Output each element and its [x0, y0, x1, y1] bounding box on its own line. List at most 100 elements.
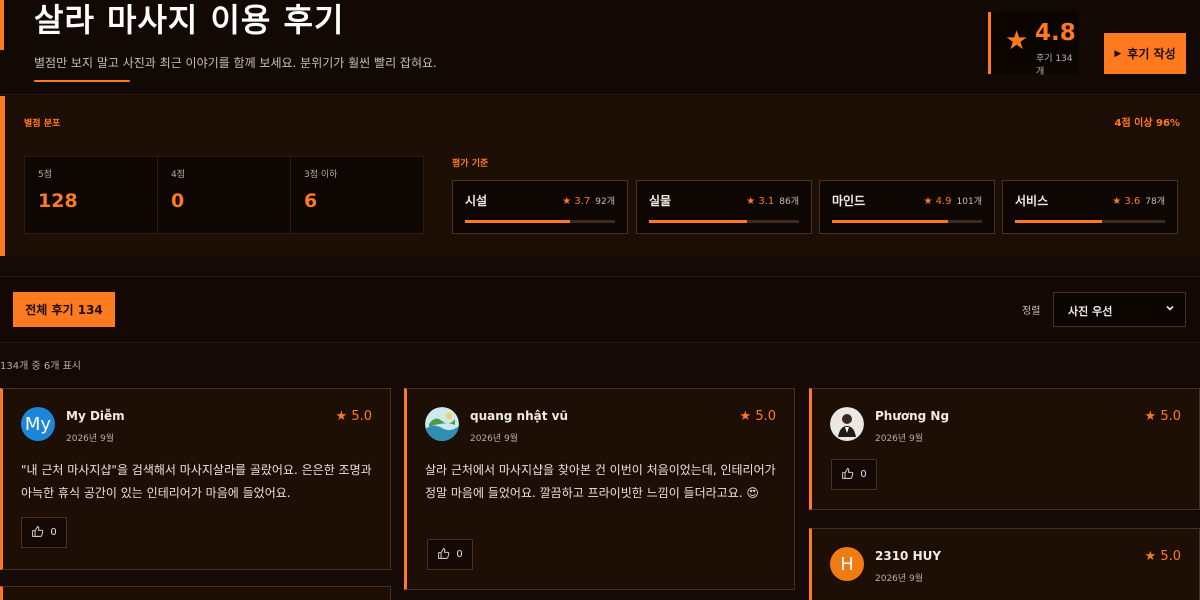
sort-select[interactable]: 사진 우선 — [1053, 292, 1186, 327]
review-card: H 2310 HUY 2026년 9월 ★ 5.0 — [809, 528, 1200, 600]
criteria-count: 101개 — [956, 197, 982, 207]
criteria-name: 시설 — [465, 194, 488, 208]
criteria-card-facility: 시설 ★ 3.7 92개 — [452, 180, 628, 234]
review-date: 2026년 9월 — [875, 574, 924, 584]
like-count: 0 — [50, 527, 57, 538]
criteria-score-value: 4.9 — [935, 196, 952, 207]
criteria-score: ★ 3.1 86개 — [746, 194, 799, 207]
score-cell-count: 128 — [38, 190, 78, 212]
criteria-score-value: 3.6 — [1124, 196, 1141, 207]
reviewer-name: quang nhật vũ — [470, 409, 569, 423]
review-score-value: 5.0 — [755, 409, 776, 424]
criteria-name: 실물 — [649, 194, 672, 208]
like-count: 0 — [860, 469, 867, 480]
criteria-name: 마인드 — [832, 194, 866, 208]
thumbs-up-icon — [31, 525, 44, 541]
thumbs-up-icon — [841, 467, 854, 483]
criteria-bar-fill — [1015, 220, 1102, 223]
star-icon: ★ — [1005, 26, 1029, 56]
tab-all-reviews[interactable]: 전체 후기 134 — [13, 292, 115, 327]
score-breakdown: 5점 128 4점 0 3점 이하 6 — [24, 156, 424, 234]
criteria-name: 서비스 — [1015, 194, 1049, 208]
criteria-score: ★ 4.9 101개 — [923, 194, 982, 207]
avatar-initials: H — [840, 553, 854, 575]
like-count: 0 — [456, 549, 463, 560]
high-score-share: 4점 이상 96% — [1114, 118, 1180, 129]
thumbs-up-icon — [437, 547, 450, 563]
filter-bar: 전체 후기 134 정렬 사진 우선 — [0, 276, 1200, 343]
criteria-count: 78개 — [1145, 197, 1165, 207]
criteria-bar-fill — [832, 220, 948, 223]
write-review-button[interactable]: ▶ 후기 작성 — [1104, 33, 1186, 74]
overall-rating-value: 4.8 — [1035, 20, 1076, 46]
distribution-label: 별점 분포 — [24, 119, 61, 129]
play-icon: ▶ — [1114, 48, 1122, 59]
criteria-bar-fill — [649, 220, 747, 223]
review-text: 살라 근처에서 마사지샵을 찾아본 건 이번이 처음이었는데, 인테리어가 정말… — [425, 463, 776, 500]
avatar: My — [21, 407, 55, 441]
criteria-score-value: 3.1 — [758, 196, 775, 207]
sort-label: 정렬 — [1022, 306, 1041, 317]
criteria-score: ★ 3.6 78개 — [1112, 194, 1165, 207]
star-icon: ★ — [335, 409, 352, 424]
star-icon: ★ — [562, 196, 575, 207]
review-score: ★ 5.0 — [1145, 409, 1181, 424]
criteria-bar — [465, 220, 615, 223]
avatar: H — [830, 547, 864, 581]
star-icon: ★ — [923, 196, 936, 207]
review-card: My My Diễm 2026년 9월 ★ 5.0 "내 근처 마사지샵"을 검… — [0, 388, 391, 570]
rating-distribution-panel: 별점 분포 4점 이상 96% 5점 128 4점 0 3점 이하 6 평가 기… — [0, 96, 1200, 256]
star-icon: ★ — [739, 409, 756, 424]
write-review-label: 후기 작성 — [1127, 47, 1176, 61]
sort-selected-value: 사진 우선 — [1068, 305, 1113, 318]
score-cell-4: 4점 0 — [158, 157, 291, 233]
criteria-score: ★ 3.7 92개 — [562, 194, 615, 207]
overall-review-count: 후기 134개 — [1036, 54, 1073, 77]
criteria-bar — [649, 220, 799, 223]
review-score-value: 5.0 — [1160, 409, 1181, 424]
page-subtitle: 별점만 보지 말고 사진과 최근 이야기를 함께 보세요. 분위기가 훨씬 빨리… — [34, 56, 437, 70]
criteria-card-service: 서비스 ★ 3.6 78개 — [1002, 180, 1178, 234]
star-icon: ★ — [1144, 549, 1161, 564]
like-button[interactable]: 0 — [21, 517, 67, 548]
review-card — [0, 586, 391, 600]
review-date: 2026년 9월 — [470, 434, 519, 444]
score-cell-count: 6 — [304, 190, 318, 212]
criteria-bar — [832, 220, 982, 223]
reviewer-name: My Diễm — [66, 409, 125, 423]
review-card: quang nhật vũ 2026년 9월 ★ 5.0 살라 근처에서 마사지… — [404, 388, 795, 590]
star-icon: ★ — [1112, 196, 1125, 207]
review-score: ★ 5.0 — [740, 409, 776, 424]
review-score: ★ 5.0 — [1145, 549, 1181, 564]
page-title: 살라 마사지 이용 후기 — [34, 1, 345, 39]
score-cell-label: 4점 — [171, 170, 186, 180]
review-score: ★ 5.0 — [336, 409, 372, 424]
criteria-bar-fill — [465, 220, 570, 223]
criteria-count: 86개 — [779, 197, 799, 207]
criteria-card-appearance: 실물 ★ 3.1 86개 — [636, 180, 812, 234]
panel-accent-bar — [0, 96, 5, 256]
like-button[interactable]: 0 — [427, 539, 473, 570]
like-button[interactable]: 0 — [831, 459, 877, 490]
page-header: 살라 마사지 이용 후기 별점만 보지 말고 사진과 최근 이야기를 함께 보세… — [0, 0, 1200, 95]
reviewer-name: 2310 HUY — [875, 549, 942, 563]
criteria-count: 92개 — [595, 197, 615, 207]
score-cell-label: 5점 — [38, 170, 53, 180]
star-icon: ★ — [1144, 409, 1161, 424]
score-cell-3-below: 3점 이하 6 — [291, 157, 423, 233]
review-date: 2026년 9월 — [66, 434, 115, 444]
overall-rating: ★ 4.8 후기 134개 — [988, 12, 1078, 77]
review-date: 2026년 9월 — [875, 434, 924, 444]
reviewer-name: Phương Ng — [875, 409, 950, 423]
criteria-score-value: 3.7 — [574, 196, 591, 207]
criteria-card-mind: 마인드 ★ 4.9 101개 — [819, 180, 995, 234]
chevron-down-icon — [1165, 303, 1175, 316]
star-icon: ★ — [746, 196, 759, 207]
score-cell-count: 0 — [171, 190, 185, 212]
review-card: Phương Ng 2026년 9월 ★ 5.0 0 — [809, 388, 1200, 510]
avatar — [830, 407, 864, 441]
title-underline — [34, 80, 130, 82]
score-cell-5: 5점 128 — [25, 157, 158, 233]
criteria-bar — [1015, 220, 1165, 223]
list-count: 134개 중 6개 표시 — [0, 361, 81, 372]
